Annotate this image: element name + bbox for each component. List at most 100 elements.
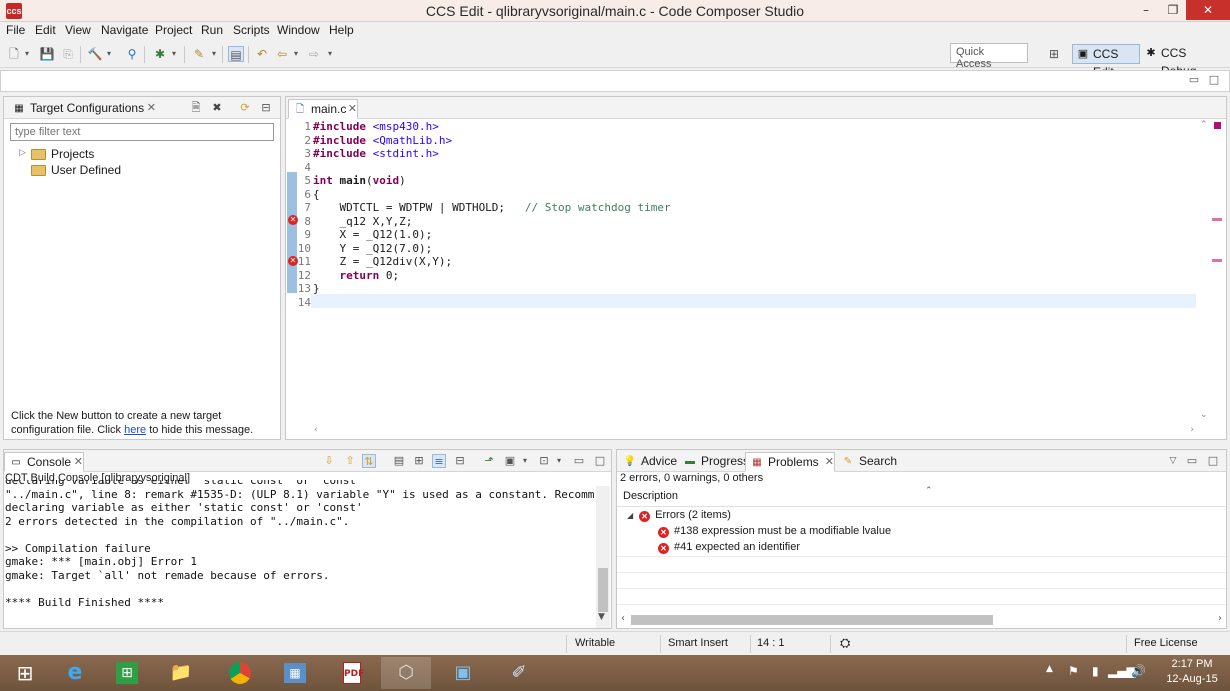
last-edit-icon[interactable]: ↶ <box>254 46 270 62</box>
minimize-button[interactable]: – <box>1133 0 1159 20</box>
chrome-icon[interactable] <box>215 657 265 689</box>
menu-window[interactable]: Window <box>277 23 320 37</box>
collapse-arrow-icon[interactable]: ◢ <box>627 511 633 520</box>
code-line[interactable]: 10 Y = _Q12(7.0); <box>297 242 432 256</box>
scroll-left-icon[interactable]: ‹ <box>314 425 318 435</box>
scroll-right-icon[interactable]: › <box>1218 613 1222 624</box>
tray-arrow-icon[interactable]: ▲ <box>1046 664 1053 674</box>
menu-run[interactable]: Run <box>201 23 223 37</box>
menu-view[interactable]: View <box>65 23 91 37</box>
build-icon[interactable]: 🔨 <box>87 46 103 62</box>
flash-icon[interactable]: ✎ <box>191 46 207 62</box>
pin-console-icon[interactable]: ⬏ <box>482 454 496 468</box>
maximize-view-icon[interactable]: □ <box>1206 454 1220 468</box>
app-window-icon[interactable]: ▣ <box>438 657 488 689</box>
store-icon[interactable]: ⊞ <box>102 657 152 689</box>
scroll-right-icon[interactable]: › <box>1190 425 1194 435</box>
tab-advice[interactable]: 💡 Advice <box>619 452 677 472</box>
forward-icon[interactable]: ⇨ <box>306 46 322 62</box>
build-dropdown-icon[interactable]: ▾ <box>104 46 114 62</box>
windows-start-icon[interactable]: ⊞ <box>0 657 50 689</box>
minimize-view-icon[interactable]: ▭ <box>1185 454 1199 468</box>
problems-horizontal-scrollbar[interactable]: ‹ › <box>617 613 1226 627</box>
scroll-down-icon[interactable]: ▼ <box>598 612 605 622</box>
prev-error-icon[interactable]: ⇧ <box>343 454 357 468</box>
menu-help[interactable]: Help <box>329 23 354 37</box>
scroll-lock-icon[interactable]: ⊞ <box>412 454 426 468</box>
delete-icon[interactable]: ✖ <box>210 101 224 115</box>
tab-console[interactable]: ▭ Console ✕ <box>4 452 84 472</box>
minimize-area-icon[interactable]: ▭ <box>1187 73 1201 87</box>
code-line[interactable]: 6{ <box>297 188 319 202</box>
hide-message-link[interactable]: here <box>124 424 146 436</box>
problem-row[interactable]: ✕ #41 expected an identifier <box>658 541 800 557</box>
overview-error-icon[interactable] <box>1214 122 1221 129</box>
refresh-icon[interactable]: ⟳ <box>238 101 252 115</box>
control-panel-icon[interactable]: ▦ <box>270 657 320 689</box>
code-line[interactable]: 11 Z = _Q12div(X,Y); <box>297 255 452 269</box>
tree-item-user-defined[interactable]: User Defined <box>19 163 219 179</box>
minimize-view-icon[interactable]: ▭ <box>572 454 586 468</box>
code-line[interactable]: 12 return 0; <box>297 269 399 283</box>
open-perspective-icon[interactable]: ⊞ <box>1046 46 1062 62</box>
new-dropdown-icon[interactable]: ▾ <box>22 46 32 62</box>
editor-horizontal-scrollbar[interactable]: ‹ › <box>311 425 1197 439</box>
view-menu-icon[interactable]: ▽ <box>1166 454 1180 468</box>
ccs-taskbar-icon[interactable]: ⬡ <box>381 657 431 689</box>
file-explorer-icon[interactable]: 📁 <box>156 657 206 689</box>
forward-dropdown-icon[interactable]: ▾ <box>325 46 335 62</box>
save-icon[interactable]: 💾 <box>39 46 55 62</box>
problem-row[interactable]: ✕ #138 expression must be a modifiable lv… <box>658 525 891 541</box>
console-output[interactable]: declaring variable as either 'static con… <box>5 480 595 620</box>
close-tab-icon[interactable]: ✕ <box>147 101 156 114</box>
menu-project[interactable]: Project <box>155 23 192 37</box>
back-dropdown-icon[interactable]: ▾ <box>291 46 301 62</box>
collapse-all-icon[interactable]: ⊟ <box>259 101 273 115</box>
open-console-dropdown-icon[interactable]: ▾ <box>552 454 566 468</box>
scroll-left-icon[interactable]: ‹ <box>621 613 625 624</box>
next-error-icon[interactable]: ⇩ <box>322 454 336 468</box>
code-line[interactable]: 7 WDTCTL = WDTPW | WDTHOLD; // Stop watc… <box>297 201 670 215</box>
status-task-icon[interactable]: ⛭ <box>840 635 850 651</box>
maximize-button[interactable]: ❐ <box>1160 0 1186 20</box>
close-tab-icon[interactable]: ✕ <box>348 102 357 115</box>
link-editor-icon[interactable]: ⇅ <box>362 454 376 468</box>
overview-marker[interactable] <box>1212 259 1222 262</box>
open-console-icon[interactable]: ⊡ <box>537 454 551 468</box>
menu-navigate[interactable]: Navigate <box>101 23 148 37</box>
new-target-config-icon[interactable]: 🗎 <box>189 101 203 115</box>
tab-search[interactable]: ✎ Search <box>837 452 901 472</box>
volume-icon[interactable]: 🔊 <box>1131 664 1146 678</box>
tab-progress[interactable]: ▬ Progress <box>679 452 749 472</box>
word-wrap-icon[interactable]: ≡ <box>432 454 446 468</box>
expand-arrow-icon[interactable]: ▷ <box>19 147 29 158</box>
editor-vertical-scrollbar[interactable]: ⌃ ⌄ <box>1197 118 1211 426</box>
debug-icon[interactable]: ✱ <box>152 46 168 62</box>
close-button[interactable]: ✕ <box>1186 0 1230 20</box>
internet-explorer-icon[interactable]: e <box>50 657 100 689</box>
code-line[interactable]: 1 #include <msp430.h> <box>297 120 438 134</box>
menu-edit[interactable]: Edit <box>35 23 56 37</box>
save-all-icon[interactable]: ⎘ <box>60 46 76 62</box>
tab-problems[interactable]: ▦ Problems ✕ <box>745 452 835 472</box>
tree-item-projects[interactable]: ▷ Projects <box>19 147 219 163</box>
scroll-down-icon[interactable]: ⌄ <box>1200 410 1208 420</box>
action-center-icon[interactable]: ⚑ <box>1068 664 1079 678</box>
menu-scripts[interactable]: Scripts <box>233 23 270 37</box>
menu-file[interactable]: File <box>6 23 25 37</box>
code-line[interactable]: 4 <box>297 161 313 175</box>
maximize-area-icon[interactable]: □ <box>1207 73 1221 87</box>
close-tab-icon[interactable]: ✕ <box>74 455 83 468</box>
scroll-thumb[interactable] <box>631 615 993 625</box>
display-console-dropdown-icon[interactable]: ▾ <box>518 454 532 468</box>
toggle-mark-icon[interactable]: ▤ <box>228 46 244 62</box>
tab-target-configurations[interactable]: ▦ Target Configurations ✕ <box>8 99 156 119</box>
pdf-reader-icon[interactable]: PDF <box>327 657 377 689</box>
scroll-thumb[interactable] <box>598 568 608 612</box>
close-tab-icon[interactable]: ✕ <box>825 455 834 468</box>
code-line[interactable]: 9 X = _Q12(1.0); <box>297 228 432 242</box>
back-icon[interactable]: ⇦ <box>274 46 290 62</box>
debug-dropdown-icon[interactable]: ▾ <box>169 46 179 62</box>
code-line[interactable]: 14 <box>297 296 313 310</box>
taskbar-clock[interactable]: 2:17 PM 12-Aug-15 <box>1158 657 1226 687</box>
